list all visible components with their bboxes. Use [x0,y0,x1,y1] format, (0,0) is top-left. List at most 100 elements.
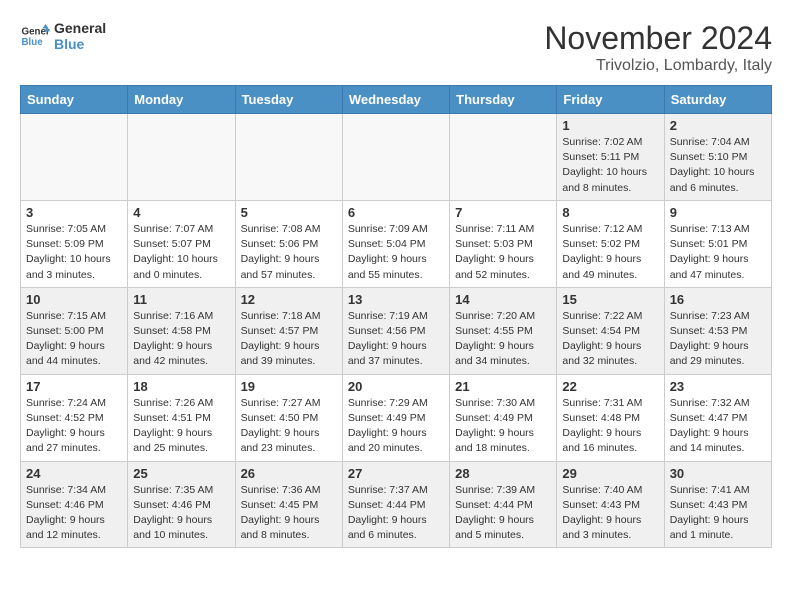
calendar-cell: 16 Sunrise: 7:23 AM Sunset: 4:53 PM Dayli… [664,287,771,374]
title-block: November 2024 Trivolzio, Lombardy, Italy [544,20,772,75]
calendar-cell: 24 Sunrise: 7:34 AM Sunset: 4:46 PM Dayli… [21,461,128,548]
calendar-cell: 21Sunrise: 7:30 AM Sunset: 4:49 PM Dayli… [450,374,557,461]
day-info: Sunrise: 7:09 AM Sunset: 5:04 PM Dayligh… [348,222,444,283]
day-info: Sunrise: 7:22 AM Sunset: 4:54 PM Dayligh… [562,309,658,370]
day-info: Sunrise: 7:36 AM Sunset: 4:45 PM Dayligh… [241,483,337,544]
calendar-cell: 26 Sunrise: 7:36 AM Sunset: 4:45 PM Dayli… [235,461,342,548]
calendar-cell: 11 Sunrise: 7:16 AM Sunset: 4:58 PM Dayli… [128,287,235,374]
calendar-cell: 19Sunrise: 7:27 AM Sunset: 4:50 PM Dayli… [235,374,342,461]
week-row-1: 3Sunrise: 7:05 AM Sunset: 5:09 PM Daylig… [21,200,772,287]
day-number: 5 [241,205,337,220]
calendar-cell: 27Sunrise: 7:37 AM Sunset: 4:44 PM Dayli… [342,461,449,548]
day-number: 25 [133,466,229,481]
day-info: Sunrise: 7:41 AM Sunset: 4:43 PM Dayligh… [670,483,766,544]
day-number: 26 [241,466,337,481]
logo-icon: General Blue [20,21,50,51]
calendar-cell [21,114,128,201]
column-header-wednesday: Wednesday [342,86,449,114]
calendar-cell: 2 Sunrise: 7:04 AM Sunset: 5:10 PM Daylig… [664,114,771,201]
calendar-cell: 3Sunrise: 7:05 AM Sunset: 5:09 PM Daylig… [21,200,128,287]
calendar-cell [128,114,235,201]
day-info: Sunrise: 7:35 AM Sunset: 4:46 PM Dayligh… [133,483,229,544]
calendar-cell: 13Sunrise: 7:19 AM Sunset: 4:56 PM Dayli… [342,287,449,374]
day-number: 20 [348,379,444,394]
calendar-table: SundayMondayTuesdayWednesdayThursdayFrid… [20,85,772,548]
day-number: 9 [670,205,766,220]
week-row-4: 24 Sunrise: 7:34 AM Sunset: 4:46 PM Dayli… [21,461,772,548]
calendar-cell [235,114,342,201]
day-info: Sunrise: 7:23 AM Sunset: 4:53 PM Dayligh… [670,309,766,370]
column-header-monday: Monday [128,86,235,114]
column-header-thursday: Thursday [450,86,557,114]
calendar-cell: 30 Sunrise: 7:41 AM Sunset: 4:43 PM Dayli… [664,461,771,548]
week-row-3: 17 Sunrise: 7:24 AM Sunset: 4:52 PM Dayli… [21,374,772,461]
svg-text:Blue: Blue [22,37,44,48]
day-number: 29 [562,466,658,481]
day-info: Sunrise: 7:13 AM Sunset: 5:01 PM Dayligh… [670,222,766,283]
calendar-cell: 22Sunrise: 7:31 AM Sunset: 4:48 PM Dayli… [557,374,664,461]
column-header-sunday: Sunday [21,86,128,114]
day-number: 6 [348,205,444,220]
day-number: 18 [133,379,229,394]
day-info: Sunrise: 7:30 AM Sunset: 4:49 PM Dayligh… [455,396,551,457]
calendar-cell: 1Sunrise: 7:02 AM Sunset: 5:11 PM Daylig… [557,114,664,201]
location: Trivolzio, Lombardy, Italy [544,57,772,75]
day-info: Sunrise: 7:24 AM Sunset: 4:52 PM Dayligh… [26,396,122,457]
logo-line1: General [54,20,106,36]
column-header-saturday: Saturday [664,86,771,114]
day-info: Sunrise: 7:04 AM Sunset: 5:10 PM Dayligh… [670,135,766,196]
day-number: 11 [133,292,229,307]
calendar-cell: 12 Sunrise: 7:18 AM Sunset: 4:57 PM Dayli… [235,287,342,374]
day-number: 23 [670,379,766,394]
calendar-cell [450,114,557,201]
calendar-cell: 18 Sunrise: 7:26 AM Sunset: 4:51 PM Dayli… [128,374,235,461]
day-number: 30 [670,466,766,481]
day-info: Sunrise: 7:26 AM Sunset: 4:51 PM Dayligh… [133,396,229,457]
header-row: SundayMondayTuesdayWednesdayThursdayFrid… [21,86,772,114]
calendar-cell: 6 Sunrise: 7:09 AM Sunset: 5:04 PM Daylig… [342,200,449,287]
day-info: Sunrise: 7:16 AM Sunset: 4:58 PM Dayligh… [133,309,229,370]
day-number: 12 [241,292,337,307]
column-header-friday: Friday [557,86,664,114]
day-number: 7 [455,205,551,220]
calendar-cell: 25 Sunrise: 7:35 AM Sunset: 4:46 PM Dayli… [128,461,235,548]
day-number: 1 [562,118,658,133]
day-info: Sunrise: 7:18 AM Sunset: 4:57 PM Dayligh… [241,309,337,370]
day-info: Sunrise: 7:12 AM Sunset: 5:02 PM Dayligh… [562,222,658,283]
day-number: 15 [562,292,658,307]
calendar-cell: 14 Sunrise: 7:20 AM Sunset: 4:55 PM Dayli… [450,287,557,374]
day-info: Sunrise: 7:11 AM Sunset: 5:03 PM Dayligh… [455,222,551,283]
day-info: Sunrise: 7:19 AM Sunset: 4:56 PM Dayligh… [348,309,444,370]
logo: General Blue General Blue [20,20,106,52]
day-number: 3 [26,205,122,220]
calendar-cell: 8Sunrise: 7:12 AM Sunset: 5:02 PM Daylig… [557,200,664,287]
day-info: Sunrise: 7:39 AM Sunset: 4:44 PM Dayligh… [455,483,551,544]
day-info: Sunrise: 7:08 AM Sunset: 5:06 PM Dayligh… [241,222,337,283]
day-number: 16 [670,292,766,307]
day-info: Sunrise: 7:20 AM Sunset: 4:55 PM Dayligh… [455,309,551,370]
day-number: 17 [26,379,122,394]
day-number: 14 [455,292,551,307]
logo-line2: Blue [54,36,106,52]
calendar-cell: 4Sunrise: 7:07 AM Sunset: 5:07 PM Daylig… [128,200,235,287]
calendar-cell: 23 Sunrise: 7:32 AM Sunset: 4:47 PM Dayli… [664,374,771,461]
day-number: 10 [26,292,122,307]
day-info: Sunrise: 7:29 AM Sunset: 4:49 PM Dayligh… [348,396,444,457]
week-row-0: 1Sunrise: 7:02 AM Sunset: 5:11 PM Daylig… [21,114,772,201]
page-header: General Blue General Blue November 2024 … [20,20,772,75]
day-number: 2 [670,118,766,133]
calendar-cell: 9 Sunrise: 7:13 AM Sunset: 5:01 PM Daylig… [664,200,771,287]
week-row-2: 10 Sunrise: 7:15 AM Sunset: 5:00 PM Dayli… [21,287,772,374]
calendar-cell: 7 Sunrise: 7:11 AM Sunset: 5:03 PM Daylig… [450,200,557,287]
day-number: 4 [133,205,229,220]
day-info: Sunrise: 7:15 AM Sunset: 5:00 PM Dayligh… [26,309,122,370]
day-number: 19 [241,379,337,394]
day-info: Sunrise: 7:32 AM Sunset: 4:47 PM Dayligh… [670,396,766,457]
day-info: Sunrise: 7:37 AM Sunset: 4:44 PM Dayligh… [348,483,444,544]
calendar-cell: 20 Sunrise: 7:29 AM Sunset: 4:49 PM Dayli… [342,374,449,461]
calendar-cell: 5 Sunrise: 7:08 AM Sunset: 5:06 PM Daylig… [235,200,342,287]
day-number: 24 [26,466,122,481]
calendar-cell: 17 Sunrise: 7:24 AM Sunset: 4:52 PM Dayli… [21,374,128,461]
day-number: 28 [455,466,551,481]
day-info: Sunrise: 7:34 AM Sunset: 4:46 PM Dayligh… [26,483,122,544]
